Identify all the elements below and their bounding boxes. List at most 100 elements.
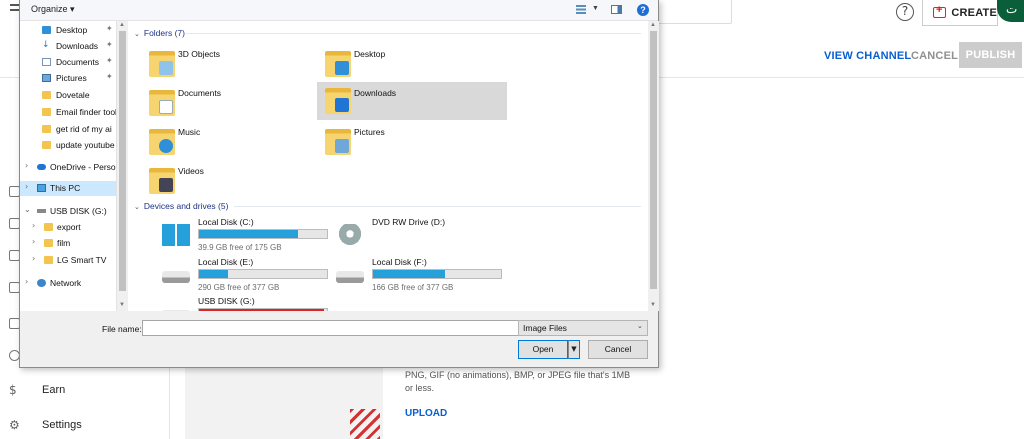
videos-folder-icon (149, 168, 175, 194)
file-name-input[interactable] (142, 320, 531, 336)
drive-g[interactable]: USB DISK (G:) (162, 296, 336, 311)
pin-icon: ✦ (106, 24, 113, 33)
drive-e[interactable]: Local Disk (E:) 290 GB free of 377 GB (162, 257, 336, 297)
open-button[interactable]: Open (518, 340, 568, 359)
nav-item-label: film (57, 238, 71, 248)
help-icon[interactable]: ? (896, 3, 914, 21)
nav-item-downloads[interactable]: ↓ Downloads ✦ (20, 39, 116, 54)
chevron-right-icon[interactable]: › (32, 237, 35, 246)
open-file-dialog: Organize ▾ ▼ ? Desktop ✦ ↓ Downloads ✦ D… (19, 0, 659, 368)
view-channel-button[interactable]: VIEW CHANNEL (824, 50, 911, 62)
scroll-up-arrow[interactable]: ▲ (650, 22, 656, 28)
folder-icon (42, 91, 51, 99)
drive-usage-bar (198, 308, 328, 311)
group-title: Folders (7) (143, 28, 185, 38)
nav-item-export[interactable]: › export (20, 220, 116, 235)
sidebar-item-settings[interactable]: Settings (42, 419, 82, 431)
chevron-right-icon[interactable]: › (25, 182, 28, 191)
divider (186, 33, 641, 34)
network-icon (37, 279, 46, 287)
nav-item-label: OneDrive - Person (50, 162, 116, 172)
folder-icon (44, 223, 53, 231)
pin-icon: ✦ (106, 40, 113, 49)
folders-group-header[interactable]: ⌄ Folders (7) (134, 28, 185, 38)
chevron-down-icon[interactable]: ⌄ (637, 322, 643, 330)
sidebar-item-earn[interactable]: Earn (42, 384, 65, 396)
nav-item-lg-smart-tv[interactable]: › LG Smart TV (20, 253, 116, 268)
nav-item-label: Pictures (56, 73, 87, 83)
folder-music[interactable]: Music (146, 125, 316, 161)
gear-icon[interactable]: ⚙ (9, 418, 23, 432)
content-scrollbar[interactable]: ▲ ▼ (648, 21, 659, 311)
publish-button[interactable]: PUBLISH (959, 42, 1022, 68)
scroll-down-arrow[interactable]: ▼ (119, 302, 125, 308)
drive-usage-bar (372, 269, 502, 279)
folder-3d-objects[interactable]: 3D Objects (146, 47, 316, 83)
chevron-right-icon[interactable]: › (32, 254, 35, 263)
folder-label: Pictures (354, 127, 385, 137)
drive-usage-bar (198, 269, 328, 279)
nav-scrollbar[interactable]: ▲ ▼ (116, 21, 127, 311)
drive-free-space: 166 GB free of 377 GB (372, 283, 454, 292)
nav-item-label: get rid of my ai (56, 124, 112, 134)
3d-objects-folder-icon (149, 51, 175, 77)
nav-item-onedrive[interactable]: › OneDrive - Person (20, 160, 116, 175)
help-icon[interactable]: ? (637, 4, 649, 16)
preview-pane-icon[interactable] (611, 5, 622, 14)
folder-label: Videos (178, 166, 204, 176)
nav-item-dovetale[interactable]: Dovetale (20, 88, 116, 103)
scrollbar-thumb[interactable] (119, 31, 126, 291)
windows-drive-icon (162, 224, 190, 246)
document-icon (42, 58, 51, 66)
upload-link[interactable]: UPLOAD (405, 408, 447, 419)
chevron-down-icon[interactable]: ▼ (592, 5, 599, 12)
devices-group-header[interactable]: ⌄ Devices and drives (5) (134, 201, 228, 211)
yt-cancel-button[interactable]: CANCEL (911, 50, 958, 62)
drive-c[interactable]: Local Disk (C:) 39.9 GB free of 175 GB (162, 217, 336, 257)
chevron-down-icon: ⌄ (134, 203, 140, 211)
cancel-button[interactable]: Cancel (588, 340, 648, 359)
drive-f[interactable]: Local Disk (F:) 166 GB free of 377 GB (336, 257, 510, 297)
nav-item-pictures[interactable]: Pictures ✦ (20, 71, 116, 86)
folder-label: Documents (178, 88, 221, 98)
chevron-right-icon[interactable]: › (25, 277, 28, 286)
folder-pictures[interactable]: Pictures (322, 125, 492, 161)
nav-item-desktop[interactable]: Desktop ✦ (20, 23, 116, 38)
dollar-icon[interactable]: $ (9, 383, 23, 397)
change-view-icon[interactable] (576, 5, 586, 14)
chevron-right-icon[interactable]: › (25, 161, 28, 170)
chevron-right-icon[interactable]: › (32, 221, 35, 230)
download-icon: ↓ (42, 40, 50, 50)
nav-item-update-youtube[interactable]: update youtube (20, 138, 116, 153)
nav-item-label: USB DISK (G:) (50, 206, 107, 216)
open-options-button[interactable]: ▼ (568, 340, 580, 359)
nav-item-email-finder[interactable]: Email finder tool (20, 105, 116, 120)
nav-item-usb-disk[interactable]: ⌄ USB DISK (G:) (20, 204, 116, 219)
folder-desktop[interactable]: Desktop (322, 47, 492, 83)
nav-item-label: Email finder tool (56, 107, 116, 117)
nav-item-documents[interactable]: Documents ✦ (20, 55, 116, 70)
scroll-down-arrow[interactable]: ▼ (650, 302, 656, 308)
downloads-folder-icon (325, 88, 351, 114)
create-button[interactable]: CREATE (922, 0, 998, 26)
file-name-label: File name: (102, 324, 142, 334)
folder-documents[interactable]: Documents (146, 86, 316, 122)
search-box[interactable] (650, 0, 732, 24)
desktop-icon (42, 26, 51, 34)
nav-item-film[interactable]: › film (20, 236, 116, 251)
nav-item-network[interactable]: › Network (20, 276, 116, 291)
organize-button[interactable]: Organize ▾ (31, 4, 75, 15)
nav-item-this-pc[interactable]: › This PC (20, 181, 116, 196)
folder-videos[interactable]: Videos (146, 164, 316, 200)
pictures-icon (42, 74, 51, 82)
nav-item-get-rid[interactable]: get rid of my ai (20, 122, 116, 137)
chevron-down-icon[interactable]: ⌄ (24, 205, 31, 214)
scroll-up-arrow[interactable]: ▲ (119, 22, 125, 28)
drive-d[interactable]: DVD RW Drive (D:) (336, 217, 510, 257)
file-type-select[interactable]: Image Files (518, 320, 648, 336)
nav-item-label: Network (50, 278, 82, 288)
scrollbar-thumb[interactable] (650, 31, 657, 289)
nav-item-label: Downloads (56, 41, 99, 51)
folder-downloads[interactable]: Downloads (317, 82, 507, 120)
avatar[interactable]: ت (997, 0, 1024, 22)
